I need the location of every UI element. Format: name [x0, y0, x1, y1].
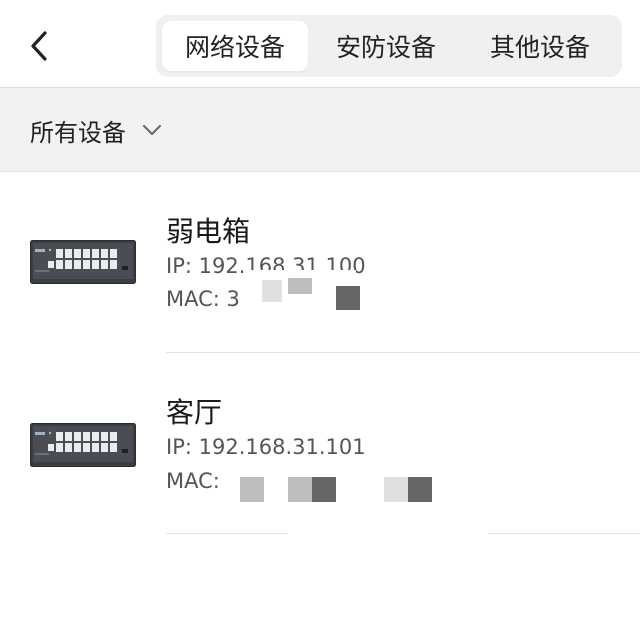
tab-other-devices[interactable]: 其他设备: [464, 21, 616, 71]
device-mac: MAC:: [166, 469, 220, 493]
tab-network-devices[interactable]: 网络设备: [162, 21, 308, 71]
screen: 网络设备 安防设备 其他设备 所有设备 弱电箱 IP: 192.168.31.1…: [0, 0, 640, 640]
network-switch-icon: [30, 423, 136, 467]
chevron-left-icon: [31, 31, 47, 61]
device-filter-dropdown[interactable]: 所有设备: [30, 110, 162, 150]
tab-security-devices[interactable]: 安防设备: [308, 21, 464, 71]
network-switch-icon: [30, 240, 136, 284]
back-button[interactable]: [22, 26, 56, 66]
divider: [488, 533, 640, 534]
privacy-mosaic: [408, 477, 432, 502]
device-type-segmented-control: 网络设备 安防设备 其他设备: [156, 15, 622, 77]
filter-bar: 所有设备: [0, 88, 640, 172]
device-ip: IP: 192.168.31.101: [166, 435, 366, 459]
privacy-mosaic: [262, 280, 282, 302]
privacy-mosaic: [288, 477, 312, 502]
device-mac: MAC: 3: [166, 287, 240, 311]
filter-label: 所有设备: [30, 118, 126, 147]
top-bar: 网络设备 安防设备 其他设备: [0, 0, 640, 88]
privacy-mosaic: [336, 286, 360, 310]
device-list-item[interactable]: 客厅 IP: 192.168.31.101 MAC:: [0, 353, 640, 534]
privacy-mosaic: [312, 477, 336, 502]
device-name: 客厅: [166, 396, 223, 429]
divider: [166, 533, 288, 534]
chevron-down-icon: [142, 124, 162, 136]
device-list-item[interactable]: 弱电箱 IP: 192.168.31.100 MAC: 3: [0, 172, 640, 354]
privacy-mosaic: [384, 477, 408, 502]
privacy-mosaic: [240, 477, 264, 502]
privacy-mosaic: [288, 278, 312, 294]
device-name: 弱电箱: [166, 215, 251, 248]
